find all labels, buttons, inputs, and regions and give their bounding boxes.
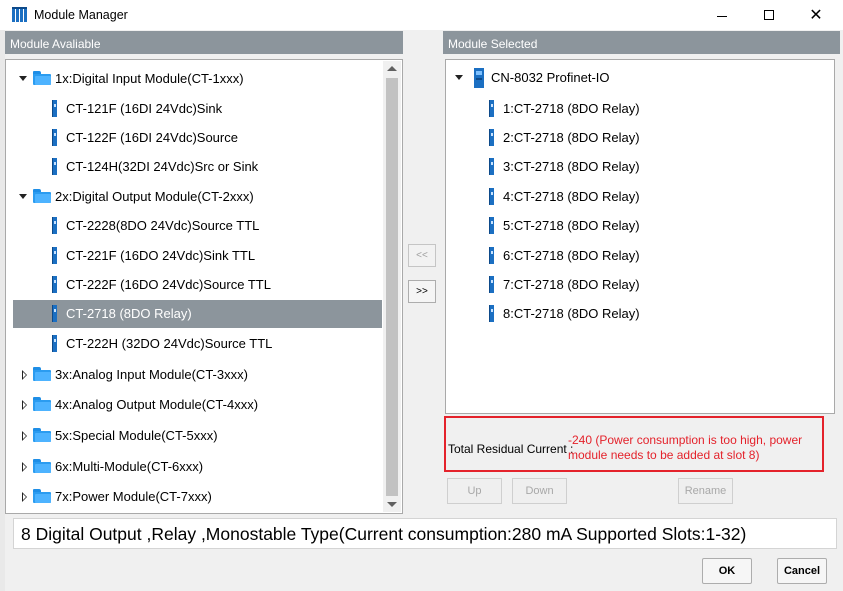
module-description: 8 Digital Output ,Relay ,Monostable Type… [13, 518, 837, 549]
tree-group-label: 6x:Multi-Module(CT-6xxx) [55, 459, 204, 474]
title-bar: Module Manager ✕ [0, 0, 843, 30]
module-icon [489, 305, 494, 322]
folder-icon [33, 489, 51, 503]
selected-panel-header: Module Selected [443, 31, 840, 54]
maximize-button[interactable] [746, 0, 792, 30]
tree-group-label: 3x:Analog Input Module(CT-3xxx) [55, 367, 248, 382]
slot-label: 6:CT-2718 (8DO Relay) [503, 248, 640, 263]
tree-group-label: 1x:Digital Input Module(CT-1xxx) [55, 71, 244, 86]
expand-right-icon[interactable] [20, 492, 30, 502]
tree-item-label: CT-222F (16DO 24Vdc)Source TTL [66, 277, 271, 292]
module-icon [489, 129, 494, 146]
folder-icon [33, 367, 51, 381]
expand-down-icon[interactable] [18, 192, 28, 202]
window-title: Module Manager [34, 8, 128, 22]
remove-module-button[interactable]: << [408, 244, 436, 267]
available-module-tree[interactable]: 1x:Digital Input Module(CT-1xxx) CT-121F… [5, 59, 403, 514]
add-module-button[interactable]: >> [408, 280, 436, 303]
vertical-scrollbar[interactable] [383, 61, 401, 512]
module-icon [489, 188, 494, 205]
module-icon [52, 276, 57, 293]
folder-icon [33, 428, 51, 442]
slot-label: 1:CT-2718 (8DO Relay) [503, 101, 640, 116]
close-icon: ✕ [809, 7, 823, 24]
tree-group-label: 4x:Analog Output Module(CT-4xxx) [55, 397, 259, 412]
folder-icon [33, 71, 51, 85]
module-icon [52, 335, 57, 352]
expand-right-icon[interactable] [20, 370, 30, 380]
expand-down-icon[interactable] [18, 74, 28, 84]
tree-item-label: CT-2718 (8DO Relay) [66, 306, 192, 321]
tree-group-label: 5x:Special Module(CT-5xxx) [55, 428, 218, 443]
tree-group-label: 2x:Digital Output Module(CT-2xxx) [55, 189, 254, 204]
residual-current-label: Total Residual Current : [448, 442, 574, 456]
controller-icon [474, 68, 484, 88]
module-icon [52, 129, 57, 146]
residual-current-value: -240 (Power consumption is too high, pow… [568, 433, 803, 462]
tree-item-label: CT-2228(8DO 24Vdc)Source TTL [66, 218, 260, 233]
close-button[interactable]: ✕ [793, 0, 839, 30]
scroll-down-arrow-icon[interactable] [387, 502, 397, 507]
minimize-icon [717, 15, 727, 17]
tree-item-label: CT-121F (16DI 24Vdc)Sink [66, 101, 223, 116]
tree-item-label: CT-124H(32DI 24Vdc)Src or Sink [66, 159, 259, 174]
rename-button[interactable]: Rename [678, 478, 733, 504]
module-icon [52, 247, 57, 264]
available-panel-header: Module Avaliable [5, 31, 403, 54]
module-icon [489, 217, 494, 234]
expand-right-icon[interactable] [20, 400, 30, 410]
tree-root-label: CN-8032 Profinet-IO [491, 70, 610, 85]
move-up-button[interactable]: Up [447, 478, 502, 504]
ok-button[interactable]: OK [702, 558, 752, 584]
module-icon [489, 247, 494, 264]
selected-module-tree[interactable]: CN-8032 Profinet-IO 1:CT-2718 (8DO Relay… [445, 59, 835, 414]
slot-label: 7:CT-2718 (8DO Relay) [503, 277, 640, 292]
module-icon [52, 305, 57, 322]
module-icon [489, 276, 494, 293]
cancel-button[interactable]: Cancel [777, 558, 827, 584]
folder-icon [33, 459, 51, 473]
app-icon [12, 7, 27, 22]
slot-label: 4:CT-2718 (8DO Relay) [503, 189, 640, 204]
tree-item-label: CT-222H (32DO 24Vdc)Source TTL [66, 336, 273, 351]
expand-down-icon[interactable] [454, 73, 464, 83]
slot-label: 5:CT-2718 (8DO Relay) [503, 218, 640, 233]
slot-label: 3:CT-2718 (8DO Relay) [503, 159, 640, 174]
tree-group-label: 7x:Power Module(CT-7xxx) [55, 489, 212, 504]
move-down-button[interactable]: Down [512, 478, 567, 504]
maximize-icon [764, 10, 774, 20]
minimize-button[interactable] [699, 0, 745, 30]
slot-label: 2:CT-2718 (8DO Relay) [503, 130, 640, 145]
tree-item-label: CT-221F (16DO 24Vdc)Sink TTL [66, 248, 256, 263]
scroll-thumb[interactable] [386, 78, 398, 496]
expand-right-icon[interactable] [20, 462, 30, 472]
module-icon [52, 158, 57, 175]
scroll-up-arrow-icon[interactable] [387, 66, 397, 71]
tree-item-label: CT-122F (16DI 24Vdc)Source [66, 130, 238, 145]
folder-icon [33, 189, 51, 203]
slot-label: 8:CT-2718 (8DO Relay) [503, 306, 640, 321]
folder-icon [33, 397, 51, 411]
module-icon [489, 100, 494, 117]
module-icon [52, 217, 57, 234]
module-icon [489, 158, 494, 175]
expand-right-icon[interactable] [20, 431, 30, 441]
module-icon [52, 100, 57, 117]
